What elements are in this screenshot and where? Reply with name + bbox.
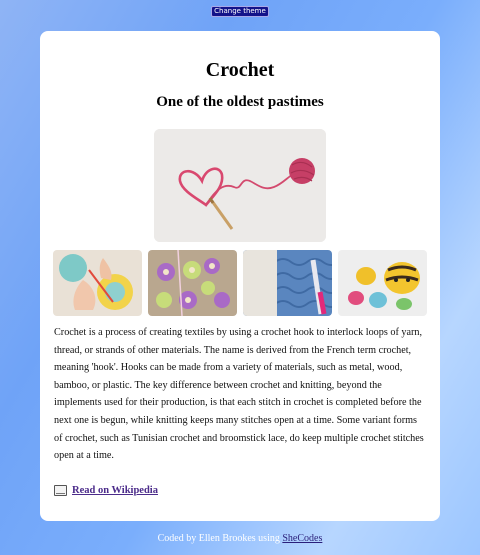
wikipedia-link-row: Read on Wikipedia <box>54 482 158 498</box>
thumbnail-amigurumi-bees <box>338 250 427 316</box>
read-on-wikipedia-link[interactable]: Read on Wikipedia <box>72 485 158 496</box>
book-icon <box>54 484 67 496</box>
footer: Coded by Ellen Brookes using SheCodes <box>0 533 480 544</box>
change-theme-button[interactable]: Change theme <box>211 6 269 17</box>
hero-image-heart-yarn <box>154 129 326 242</box>
content-card: Crochet One of the oldest pastimes Croch… <box>40 31 440 521</box>
thumbnail-crochet-flowers <box>148 250 237 316</box>
footer-text: Coded by Ellen Brookes using <box>157 533 283 544</box>
shecodes-link[interactable]: SheCodes <box>282 533 322 544</box>
page-title: Crochet <box>205 59 275 81</box>
page-subtitle: One of the oldest pastimes <box>156 94 324 110</box>
crochet-description: Crochet is a process of creating textile… <box>54 327 424 462</box>
thumbnail-blue-knit-hook <box>243 250 332 316</box>
thumbnail-hands-crochet <box>53 250 142 316</box>
